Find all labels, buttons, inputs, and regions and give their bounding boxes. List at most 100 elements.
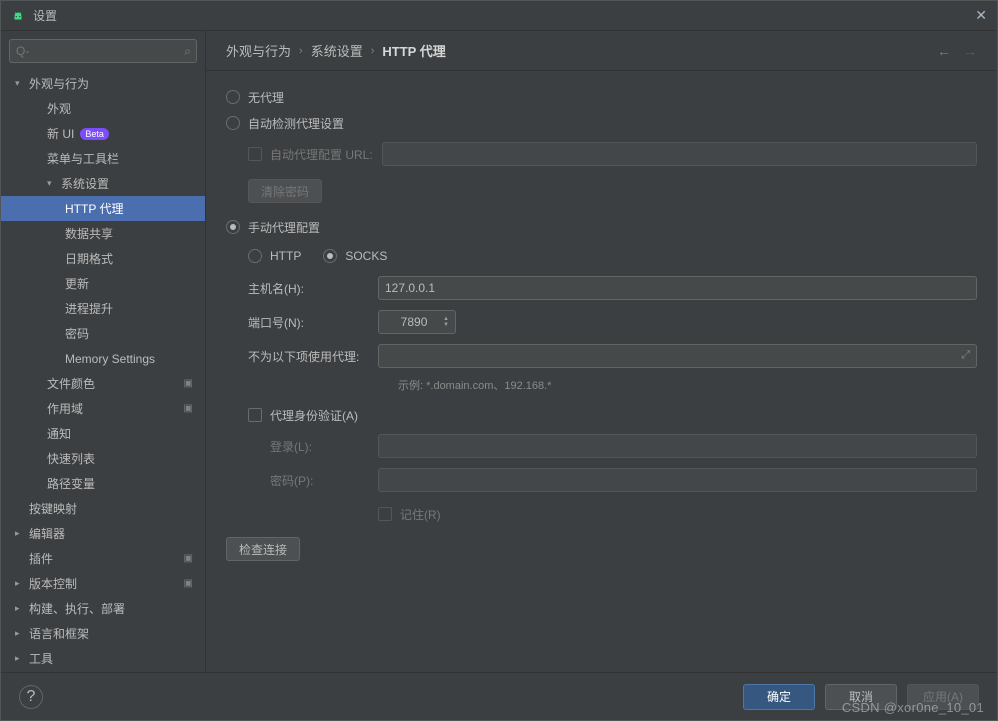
exclude-input[interactable]: ⤢ (378, 344, 977, 368)
password-input (378, 468, 977, 492)
tree: ▾外观与行为外观新 UIBeta 菜单与工具栏 ▾系统设置 HTTP 代理数据共享日期… (1, 71, 205, 672)
sidebar-label: 快速列表 (47, 450, 95, 467)
sidebar: ⌕ ▾外观与行为外观新 UIBeta 菜单与工具栏 ▾系统设置 HTTP 代理数据共享… (1, 31, 206, 672)
sidebar-label: HTTP 代理 (65, 200, 123, 217)
module-icon: ▣ (184, 378, 193, 389)
crumb-current: HTTP 代理 (382, 41, 445, 60)
sidebar-item-22[interactable]: ▸语言和框架 (1, 621, 205, 646)
cancel-button[interactable]: 取消 (825, 684, 897, 710)
sidebar-item-20[interactable]: ▸版本控制 ▣ (1, 571, 205, 596)
radio-http[interactable] (248, 249, 262, 263)
sidebar-item-18[interactable]: ▸编辑器 (1, 521, 205, 546)
footer: ? 确定 取消 应用(A) (1, 672, 997, 720)
exclude-hint: 示例: *.domain.com、192.168.* (398, 377, 977, 393)
label-manual: 手动代理配置 (248, 219, 320, 236)
app-logo-icon (11, 9, 25, 23)
sidebar-item-3[interactable]: 菜单与工具栏 (1, 146, 205, 171)
sidebar-item-17[interactable]: 按键映射 (1, 496, 205, 521)
radio-manual[interactable] (226, 220, 240, 234)
chevron-right-icon: › (371, 45, 375, 57)
tree-arrow-icon: ▾ (15, 78, 27, 89)
module-icon: ▣ (184, 578, 193, 589)
label-socks: SOCKS (345, 249, 387, 263)
sidebar-label: 日期格式 (65, 250, 113, 267)
radio-no-proxy[interactable] (226, 90, 240, 104)
radio-auto-detect[interactable] (226, 116, 240, 130)
expand-icon[interactable]: ⤢ (961, 349, 970, 362)
sidebar-item-6[interactable]: 数据共享 (1, 221, 205, 246)
titlebar: 设置 ✕ (1, 1, 997, 31)
sidebar-label: 按键映射 (29, 500, 77, 517)
sidebar-label: 密码 (65, 325, 89, 342)
sidebar-item-7[interactable]: 日期格式 (1, 246, 205, 271)
sidebar-item-21[interactable]: ▸构建、执行、部署 (1, 596, 205, 621)
sidebar-label: 菜单与工具栏 (47, 150, 119, 167)
tree-arrow-icon: ▸ (15, 653, 27, 664)
sidebar-label: 工具 (29, 650, 53, 667)
sidebar-item-14[interactable]: 通知 (1, 421, 205, 446)
sidebar-item-10[interactable]: 密码 (1, 321, 205, 346)
sidebar-label: 文件颜色 (47, 375, 95, 392)
tree-arrow-icon: ▸ (15, 578, 27, 589)
nav-back-icon[interactable]: ← (937, 43, 951, 59)
search-icon: ⌕ (184, 44, 191, 59)
login-label: 登录(L): (270, 438, 378, 455)
window-title: 设置 (33, 7, 57, 24)
tree-arrow-icon: ▸ (15, 603, 27, 614)
label-no-proxy: 无代理 (248, 89, 284, 106)
sidebar-item-13[interactable]: 作用域▣ (1, 396, 205, 421)
sidebar-item-5[interactable]: HTTP 代理 (1, 196, 205, 221)
label-auto-detect: 自动检测代理设置 (248, 115, 344, 132)
label-auth: 代理身份验证(A) (270, 407, 358, 424)
check-connection-button[interactable]: 检查连接 (226, 537, 300, 561)
crumb-appearance[interactable]: 外观与行为 (226, 41, 291, 60)
sidebar-item-15[interactable]: 快速列表 (1, 446, 205, 471)
label-http: HTTP (270, 249, 301, 263)
nav-forward-icon: → (963, 43, 977, 59)
search-input[interactable] (9, 39, 197, 63)
sidebar-item-11[interactable]: Memory Settings (1, 346, 205, 371)
ok-button[interactable]: 确定 (743, 684, 815, 710)
radio-socks[interactable] (323, 249, 337, 263)
sidebar-item-19[interactable]: 插件🾄▣ (1, 546, 205, 571)
sidebar-label: 通知 (47, 425, 71, 442)
sidebar-item-8[interactable]: 更新 (1, 271, 205, 296)
sidebar-label: 编辑器 (29, 525, 65, 542)
sidebar-label: 版本控制 (29, 575, 77, 592)
tree-arrow-icon: ▸ (15, 628, 27, 639)
port-input[interactable]: 7890▲▼ (378, 310, 456, 334)
module-icon: ▣ (184, 553, 193, 564)
sidebar-item-9[interactable]: 进程提升 (1, 296, 205, 321)
checkbox-auto-url (248, 147, 262, 161)
sidebar-item-23[interactable]: ▸工具 (1, 646, 205, 671)
sidebar-label: 路径变量 (47, 475, 95, 492)
clear-password-button: 清除密码 (248, 179, 322, 203)
search-container: ⌕ (9, 39, 197, 63)
sidebar-item-2[interactable]: 新 UIBeta (1, 121, 205, 146)
help-button[interactable]: ? (19, 685, 43, 709)
content: 外观与行为 › 系统设置 › HTTP 代理 ← → 无代理 自动检测代理设置 … (206, 31, 997, 672)
host-label: 主机名(H): (248, 280, 378, 297)
sidebar-item-12[interactable]: 文件颜色 ▣ (1, 371, 205, 396)
sidebar-item-4[interactable]: ▾系统设置 (1, 171, 205, 196)
tree-arrow-icon: ▾ (47, 178, 59, 189)
sidebar-item-0[interactable]: ▾外观与行为 (1, 71, 205, 96)
label-remember: 记住(R) (400, 506, 530, 523)
auto-url-input (382, 142, 977, 166)
chevron-right-icon: › (299, 45, 303, 57)
sidebar-item-1[interactable]: 外观 (1, 96, 205, 121)
checkbox-remember (378, 507, 392, 521)
sidebar-label: 插件 (29, 550, 53, 567)
sidebar-label: 外观 (47, 100, 71, 117)
login-input (378, 434, 977, 458)
proxy-form: 无代理 自动检测代理设置 自动代理配置 URL: 清除密码 手动代理配置 HTT… (206, 71, 997, 672)
host-input[interactable] (378, 276, 977, 300)
sidebar-item-16[interactable]: 路径变量 (1, 471, 205, 496)
beta-badge: Beta (80, 128, 109, 140)
crumb-system[interactable]: 系统设置 (311, 41, 363, 60)
checkbox-auth[interactable] (248, 408, 262, 422)
apply-button: 应用(A) (907, 684, 979, 710)
password-label: 密码(P): (270, 472, 378, 489)
close-icon[interactable]: ✕ (975, 7, 987, 24)
sidebar-label: 进程提升 (65, 300, 113, 317)
